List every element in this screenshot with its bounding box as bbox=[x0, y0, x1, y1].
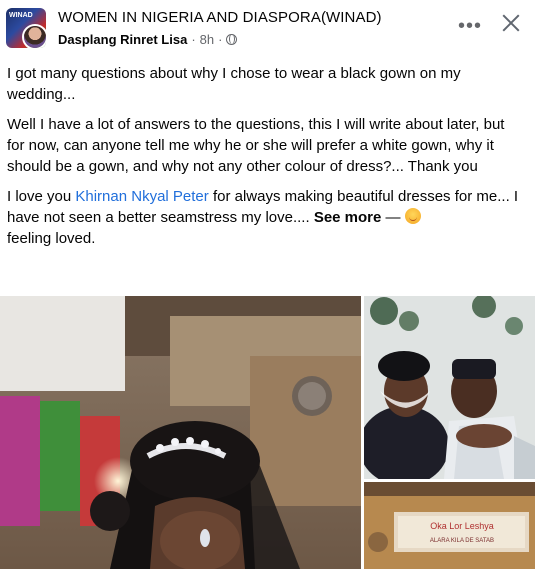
shop-sign-line-1: Oka Lor Leshya bbox=[430, 521, 494, 531]
post-paragraph-1: I got many questions about why I chose t… bbox=[7, 65, 461, 103]
more-icon[interactable]: ••• bbox=[458, 16, 482, 36]
meta-separator-2: · bbox=[218, 32, 223, 47]
mention-link[interactable]: Khirnan Nkyal Peter bbox=[75, 188, 208, 205]
meta-separator: · bbox=[191, 32, 196, 47]
group-name-link[interactable]: WOMEN IN NIGERIA AND DIASPORA(WINAD) bbox=[58, 9, 382, 26]
post-paragraph-3: I love you Khirnan Nkyal Peter for alway… bbox=[7, 186, 523, 249]
photo-main-bride[interactable] bbox=[0, 296, 361, 569]
close-icon[interactable] bbox=[497, 9, 525, 37]
avatar-text: WINAD bbox=[9, 12, 33, 19]
post-body: I got many questions about why I chose t… bbox=[7, 63, 523, 258]
author-name-link[interactable]: Dasplang Rinret Lisa bbox=[58, 32, 187, 47]
shop-sign-line-2: ALARA KILA DE SATAB bbox=[430, 538, 494, 544]
post-header: WINAD WOMEN IN NIGERIA AND DIASPORA(WINA… bbox=[0, 0, 535, 56]
post-time[interactable]: 8h bbox=[200, 32, 214, 47]
post-paragraph-2: Well I have a lot of answers to the ques… bbox=[7, 116, 505, 175]
author-avatar[interactable] bbox=[22, 24, 46, 48]
globe-icon bbox=[226, 34, 238, 45]
photo-shop-sign[interactable]: Oka Lor Leshya ALARA KILA DE SATAB bbox=[364, 482, 535, 569]
group-avatar-icon[interactable]: WINAD bbox=[6, 8, 46, 48]
post-meta: Dasplang Rinret Lisa · 8h · bbox=[58, 32, 238, 47]
feeling-text: feeling loved. bbox=[7, 230, 96, 247]
feeling-dash: — bbox=[381, 209, 405, 226]
photo-couple[interactable] bbox=[364, 296, 535, 479]
emoji-icon bbox=[404, 208, 421, 224]
paragraph-3-start: I love you bbox=[7, 188, 76, 205]
see-more-link[interactable]: See more bbox=[314, 209, 382, 226]
